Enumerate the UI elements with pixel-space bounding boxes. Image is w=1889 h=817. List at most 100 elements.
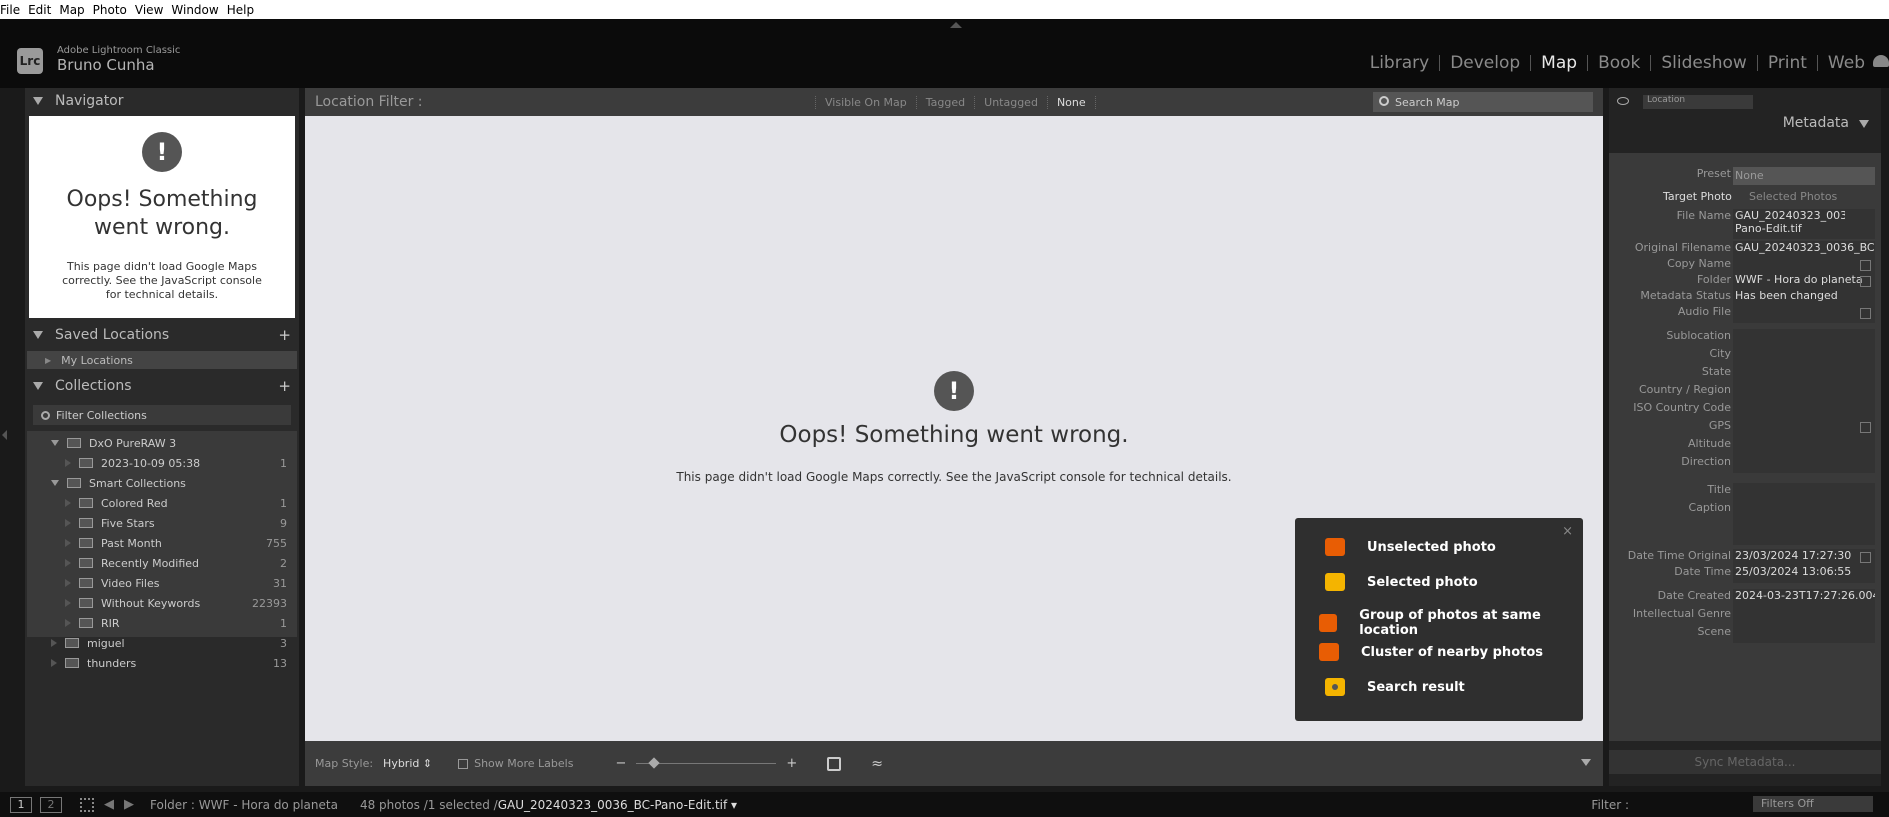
expand-triangle-icon[interactable] [51,440,59,446]
menu-file[interactable]: File [0,3,28,17]
module-library[interactable]: Library [1360,53,1439,73]
metadata-field[interactable] [1733,419,1875,437]
zoom-slider-knob[interactable] [648,757,661,769]
cloud-sync-icon[interactable] [1873,55,1889,67]
close-legend-icon[interactable]: × [1562,524,1573,539]
filter-tagged[interactable]: Tagged [915,95,974,109]
collection-item[interactable]: Past Month 755 [27,533,297,553]
collapse-triangle-icon[interactable] [51,659,57,667]
secondary-window-button[interactable]: 2 [40,796,62,813]
metadata-panel-select[interactable]: Location [1643,95,1753,109]
menu-help[interactable]: Help [227,3,262,17]
module-web[interactable]: Web [1818,53,1875,73]
folder-breadcrumb[interactable]: Folder : WWF - Hora do planeta [150,798,338,812]
zoom-in-button[interactable]: + [786,756,797,771]
module-book[interactable]: Book [1588,53,1650,73]
field-action-icon[interactable] [1860,260,1871,271]
primary-window-button[interactable]: 1 [10,796,32,813]
collection-item[interactable]: thunders 13 [27,653,297,673]
collapse-triangle-icon[interactable] [65,459,71,467]
saved-locations-header[interactable]: Saved Locations + [25,322,299,348]
back-arrow-icon[interactable]: ◀ [104,797,114,812]
sync-metadata-button[interactable]: Sync Metadata... [1609,750,1881,774]
expand-left-panel-icon[interactable] [2,430,7,440]
metadata-field[interactable] [1733,401,1875,419]
collapse-triangle-icon[interactable] [65,499,71,507]
menu-photo[interactable]: Photo [93,3,135,17]
metadata-value: Has been changed [1735,289,1838,302]
metadata-field[interactable] [1733,625,1875,643]
saved-location-item[interactable]: ▶ My Locations [27,351,297,369]
metadata-field[interactable] [1733,607,1875,625]
field-action-icon[interactable] [1860,276,1871,287]
field-action-icon[interactable] [1860,422,1871,433]
collapse-triangle-icon[interactable] [65,599,71,607]
tracklog-icon[interactable]: ≈ [871,756,883,772]
metadata-field[interactable] [1733,305,1875,323]
menu-edit[interactable]: Edit [28,3,59,17]
collections-header[interactable]: Collections + [25,373,299,399]
metadata-field[interactable] [1733,501,1875,545]
module-print[interactable]: Print [1758,53,1817,73]
metadata-field[interactable] [1733,455,1875,473]
menu-window[interactable]: Window [171,3,226,17]
metadata-field[interactable] [1733,383,1875,401]
metadata-field[interactable] [1733,437,1875,455]
forward-arrow-icon[interactable]: ▶ [124,797,134,812]
field-action-icon[interactable] [1860,308,1871,319]
metadata-field[interactable] [1733,483,1875,501]
collection-item[interactable]: RIR 1 [27,613,297,633]
tab-selected-photos[interactable]: Selected Photos [1749,190,1837,203]
collapse-top-panel-icon[interactable] [950,22,962,28]
collection-item[interactable]: Recently Modified 2 [27,553,297,573]
menu-map[interactable]: Map [59,3,92,17]
collapse-triangle-icon[interactable] [65,519,71,527]
filter-collections-input[interactable]: Filter Collections [33,405,291,425]
collection-item[interactable]: Five Stars 9 [27,513,297,533]
map-style-select[interactable]: Hybrid ⇕ [383,757,432,770]
collapse-triangle-icon[interactable] [51,639,57,647]
collection-item[interactable]: 2023-10-09 05:38 1 [27,453,297,473]
collection-item[interactable]: DxO PureRAW 3 [27,433,297,453]
module-map[interactable]: Map [1531,53,1587,73]
eye-icon[interactable] [1617,97,1629,105]
toolbar-menu-chevron-icon[interactable] [1581,759,1591,766]
selected-file-name[interactable]: GAU_20240323_0036_BC-Pano-Edit.tif ▾ [498,798,737,812]
filter-select[interactable]: Filters Off [1753,796,1873,812]
collection-item[interactable]: Video Files 31 [27,573,297,593]
metadata-field[interactable] [1733,365,1875,383]
module-develop[interactable]: Develop [1440,53,1530,73]
filter-untagged[interactable]: Untagged [974,95,1047,109]
tab-target-photo[interactable]: Target Photo [1663,190,1732,203]
collection-item[interactable]: Smart Collections [27,473,297,493]
field-action-icon[interactable] [1860,552,1871,563]
collection-item[interactable]: miguel 3 [27,633,297,653]
disclosure-triangle-icon[interactable] [1859,120,1869,128]
collapse-triangle-icon[interactable] [65,579,71,587]
grid-view-icon[interactable] [80,797,94,812]
search-map-input[interactable]: Search Map [1373,92,1593,112]
add-collection-button[interactable]: + [278,377,291,395]
menu-view[interactable]: View [135,3,171,17]
filter-none[interactable]: None [1046,95,1096,109]
collapse-triangle-icon[interactable] [65,619,71,627]
zoom-out-button[interactable]: − [615,756,626,771]
lock-icon[interactable] [827,756,842,771]
collection-count: 1 [280,616,287,630]
metadata-field[interactable] [1733,329,1875,347]
metadata-field[interactable] [1733,347,1875,365]
collection-count: 2 [280,556,287,570]
add-location-button[interactable]: + [278,326,291,344]
show-more-labels-checkbox[interactable] [458,758,469,769]
expand-triangle-icon[interactable] [51,480,59,486]
collapse-triangle-icon[interactable] [65,559,71,567]
collection-item[interactable]: Without Keywords 22393 [27,593,297,613]
filter-visible-on-map[interactable]: Visible On Map [815,95,916,109]
metadata-label: Copy Name [1667,257,1731,270]
collection-item[interactable]: Colored Red 1 [27,493,297,513]
module-slideshow[interactable]: Slideshow [1651,53,1756,73]
collapse-triangle-icon[interactable] [65,539,71,547]
metadata-title[interactable]: Metadata [1783,115,1849,131]
navigator-header[interactable]: Navigator [25,88,299,114]
zoom-slider[interactable] [636,757,777,769]
